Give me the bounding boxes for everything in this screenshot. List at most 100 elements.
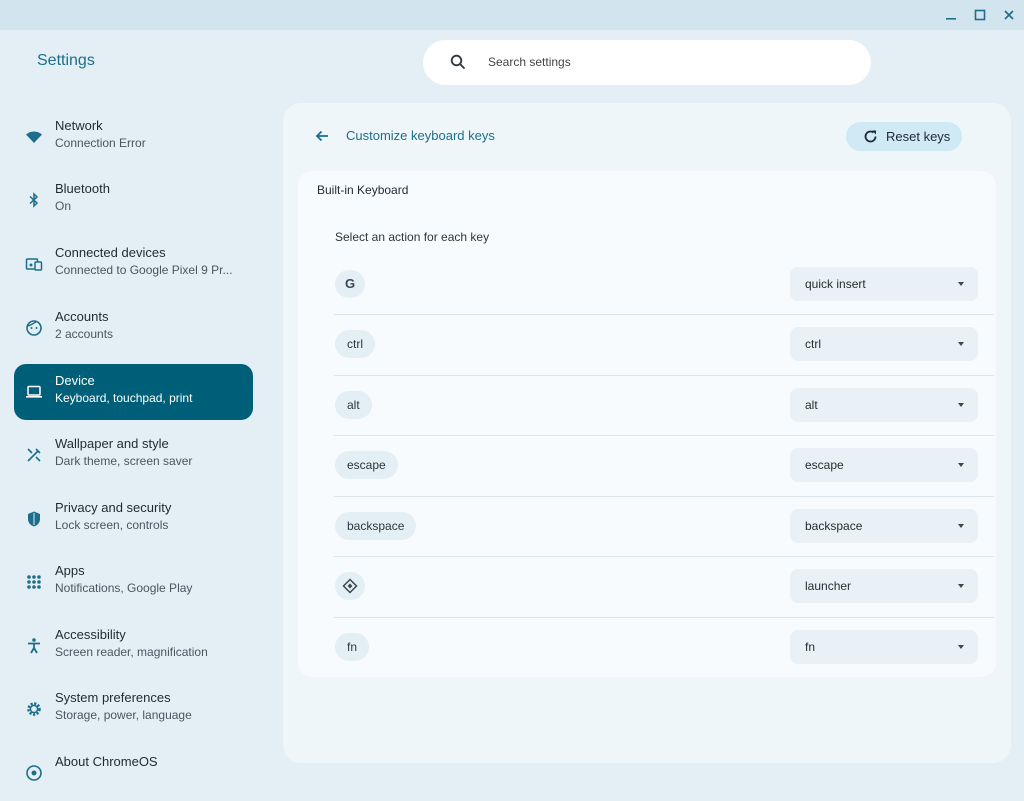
key-label: fn: [335, 633, 370, 661]
maximize-icon[interactable]: [971, 6, 989, 24]
key-row: escape escape: [334, 435, 994, 495]
apps-grid-icon: [24, 572, 44, 592]
select-value: fn: [805, 640, 816, 654]
key-label: alt: [335, 391, 372, 419]
shield-icon: [24, 509, 44, 529]
key-action-select[interactable]: alt: [790, 388, 978, 422]
sidebar-item-subtitle: On: [55, 199, 72, 213]
minimize-icon[interactable]: [942, 6, 960, 24]
key-action-select[interactable]: backspace: [790, 509, 978, 543]
key-action-select[interactable]: launcher: [790, 569, 978, 603]
search-placeholder: Search settings: [488, 55, 571, 69]
key-label: G: [344, 276, 356, 291]
select-value: quick insert: [805, 277, 866, 291]
sidebar-item-bluetooth[interactable]: Bluetooth On: [14, 172, 253, 228]
app-title: Settings: [37, 52, 95, 69]
row-divider: [334, 375, 994, 376]
reset-keys-button[interactable]: Reset keys: [846, 122, 962, 151]
back-arrow-icon[interactable]: [313, 127, 331, 145]
sidebar-item-label: System preferences: [55, 690, 171, 705]
sidebar-item-label: Bluetooth: [55, 181, 110, 196]
sidebar-item-label: Device: [55, 373, 95, 388]
sidebar-item-wallpaper[interactable]: Wallpaper and style Dark theme, screen s…: [14, 427, 253, 483]
sidebar-item-label: Accessibility: [55, 627, 126, 642]
key-row: alt alt: [334, 375, 994, 435]
wifi-icon: [24, 127, 44, 147]
sidebar-item-privacy[interactable]: Privacy and security Lock screen, contro…: [14, 491, 253, 547]
page-title: Customize keyboard keys: [346, 128, 495, 143]
select-value: escape: [805, 458, 844, 472]
sidebar-item-about-chromeos[interactable]: About ChromeOS: [14, 745, 253, 801]
card-subtitle: Select an action for each key: [335, 230, 490, 244]
connected-devices-icon: [24, 254, 44, 274]
row-divider: [334, 435, 994, 436]
key-label: backspace: [335, 512, 417, 540]
sidebar-item-label: About ChromeOS: [55, 754, 158, 769]
sidebar-item-subtitle: Connected to Google Pixel 9 Pr...: [55, 263, 233, 277]
sidebar-item-subtitle: Screen reader, magnification: [55, 645, 208, 659]
select-value: ctrl: [805, 337, 821, 351]
key-row: ctrl ctrl: [334, 314, 994, 374]
dropdown-caret-icon: [958, 342, 964, 346]
select-value: backspace: [805, 519, 863, 533]
sidebar-item-subtitle: Lock screen, controls: [55, 518, 169, 532]
accounts-icon: [24, 318, 44, 338]
row-divider: [334, 496, 994, 497]
sidebar-item-apps[interactable]: Apps Notifications, Google Play: [14, 554, 253, 610]
row-divider: [334, 556, 994, 557]
sidebar-item-subtitle: Dark theme, screen saver: [55, 454, 193, 468]
key-label: escape: [335, 451, 398, 479]
wallpaper-icon: [24, 445, 44, 465]
sidebar-item-label: Wallpaper and style: [55, 436, 169, 451]
search-input[interactable]: Search settings: [423, 40, 871, 85]
sidebar-item-accessibility[interactable]: Accessibility Screen reader, magnificati…: [14, 618, 253, 674]
dropdown-caret-icon: [958, 463, 964, 467]
laptop-icon: [24, 382, 44, 402]
gear-icon: [24, 699, 44, 719]
row-divider: [334, 617, 994, 618]
dropdown-caret-icon: [958, 282, 964, 286]
sidebar-item-label: Connected devices: [55, 245, 166, 260]
close-icon[interactable]: [1000, 6, 1018, 24]
reset-keys-label: Reset keys: [886, 129, 951, 144]
key-action-select[interactable]: escape: [790, 448, 978, 482]
sidebar-item-accounts[interactable]: Accounts 2 accounts: [14, 300, 253, 356]
dropdown-caret-icon: [958, 645, 964, 649]
sidebar-item-subtitle: Keyboard, touchpad, print: [55, 391, 193, 405]
dropdown-caret-icon: [958, 524, 964, 528]
key-row: launcher: [334, 556, 994, 616]
sidebar-item-network[interactable]: Network Connection Error: [14, 109, 253, 165]
refresh-icon: [862, 128, 879, 145]
dropdown-caret-icon: [958, 584, 964, 588]
sidebar-nav: Network Connection Error Bluetooth On Co…: [0, 100, 265, 781]
sidebar-item-connected-devices[interactable]: Connected devices Connected to Google Pi…: [14, 236, 253, 292]
row-divider: [334, 314, 994, 315]
dropdown-caret-icon: [958, 403, 964, 407]
select-value: alt: [805, 398, 818, 412]
sidebar-item-subtitle: Connection Error: [55, 136, 146, 150]
key-row: backspace backspace: [334, 496, 994, 556]
sidebar-item-system-preferences[interactable]: System preferences Storage, power, langu…: [14, 681, 253, 737]
sidebar-item-subtitle: 2 accounts: [55, 327, 114, 341]
key-row: G quick insert: [334, 254, 994, 314]
launcher-key-icon: [335, 572, 365, 600]
bluetooth-icon: [24, 190, 44, 210]
sidebar-item-label: Accounts: [55, 309, 109, 324]
key-action-select[interactable]: ctrl: [790, 327, 978, 361]
sidebar-item-subtitle: Notifications, Google Play: [55, 581, 193, 595]
google-key-icon: G: [335, 270, 365, 298]
sidebar-item-label: Apps: [55, 563, 85, 578]
sidebar-item-label: Network: [55, 118, 103, 133]
window-titlebar: [0, 0, 1024, 30]
search-icon: [450, 54, 466, 70]
card-title: Built-in Keyboard: [317, 183, 409, 197]
key-action-select[interactable]: quick insert: [790, 267, 978, 301]
accessibility-icon: [24, 636, 44, 656]
key-row: fn fn: [334, 617, 994, 677]
key-label: ctrl: [335, 330, 375, 358]
sidebar-item-device[interactable]: Device Keyboard, touchpad, print: [14, 364, 253, 420]
select-value: launcher: [805, 579, 852, 593]
sidebar-item-label: Privacy and security: [55, 500, 172, 515]
key-action-select[interactable]: fn: [790, 630, 978, 664]
chromeos-icon: [24, 763, 44, 783]
